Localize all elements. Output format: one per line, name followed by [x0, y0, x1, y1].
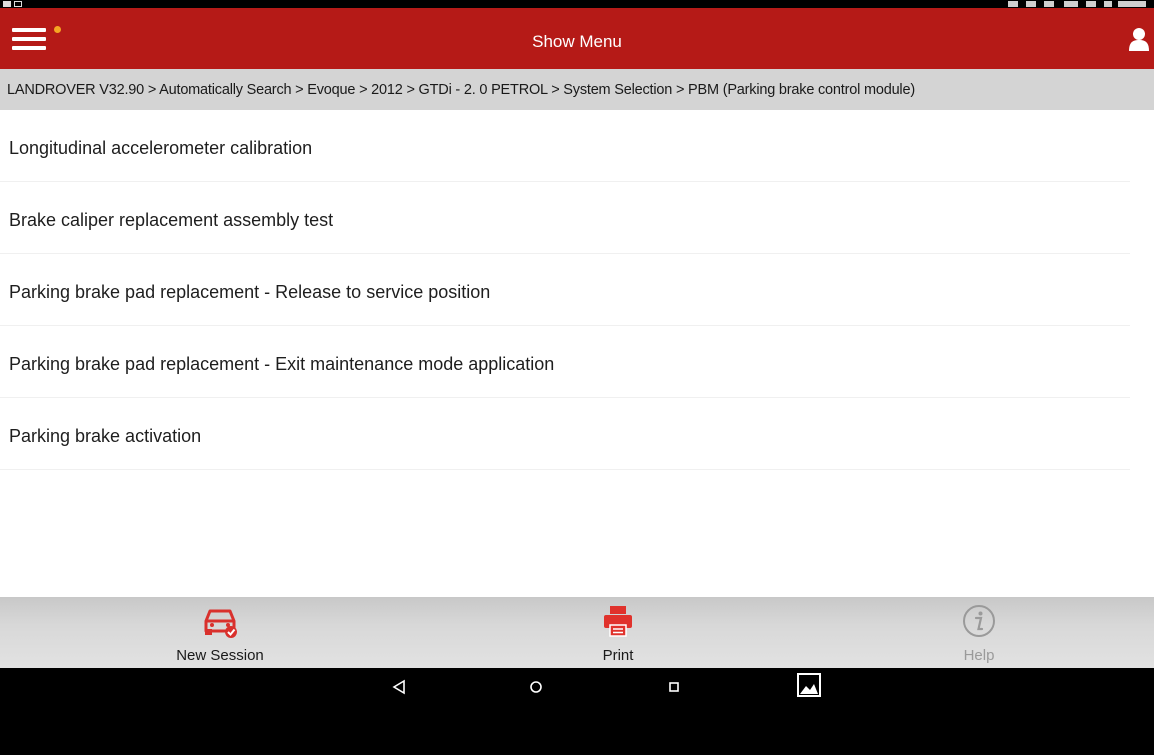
- new-session-label: New Session: [176, 647, 264, 664]
- gallery-icon[interactable]: [788, 670, 832, 702]
- function-item-parking-brake-activation[interactable]: Parking brake activation: [0, 398, 1130, 470]
- app-header: Show Menu: [0, 8, 1154, 69]
- function-item-longitudinal-accelerometer-calibration[interactable]: Longitudinal accelerometer calibration: [0, 110, 1130, 182]
- breadcrumb: LANDROVER V32.90 > Automatically Search …: [0, 69, 1154, 110]
- clock-icon: [1118, 1, 1146, 7]
- home-circle-icon[interactable]: [516, 672, 556, 702]
- back-triangle-icon[interactable]: [380, 672, 420, 702]
- new-session-button[interactable]: New Session: [120, 597, 320, 668]
- battery-icon: [1104, 1, 1112, 7]
- android-nav-bar: [0, 668, 1154, 755]
- bluetooth-icon: [1086, 1, 1096, 7]
- printer-icon: [604, 606, 632, 637]
- print-button[interactable]: Print: [518, 597, 718, 668]
- status-left-icons: [0, 0, 30, 8]
- wifi-icon: [1026, 1, 1036, 7]
- sync-icon: [1064, 1, 1078, 7]
- status-bar: [0, 0, 1154, 8]
- signal-icon: [1008, 1, 1018, 7]
- info-icon: [963, 605, 995, 637]
- user-profile-icon[interactable]: [1128, 27, 1150, 51]
- print-label: Print: [602, 647, 634, 664]
- help-button[interactable]: Help: [879, 597, 1079, 668]
- function-item-brake-caliper-replacement-test[interactable]: Brake caliper replacement assembly test: [0, 182, 1130, 254]
- bottom-toolbar: New Session Print Help: [0, 597, 1154, 668]
- hamburger-menu-icon[interactable]: [12, 26, 46, 52]
- function-item-exit-maintenance-mode[interactable]: Parking brake pad replacement - Exit mai…: [0, 326, 1130, 398]
- header-title: Show Menu: [532, 32, 622, 51]
- function-list: Longitudinal accelerometer calibration B…: [0, 110, 1154, 470]
- help-label: Help: [963, 647, 995, 664]
- volume-icon: [1044, 1, 1054, 7]
- status-right-icons: [1000, 0, 1150, 8]
- recents-square-icon[interactable]: [654, 672, 694, 702]
- status-notification-icon: [3, 1, 11, 7]
- notification-dot-icon: [54, 26, 61, 33]
- function-item-release-to-service-position[interactable]: Parking brake pad replacement - Release …: [0, 254, 1130, 326]
- status-app-icon: [14, 1, 22, 7]
- car-check-icon: [204, 609, 237, 638]
